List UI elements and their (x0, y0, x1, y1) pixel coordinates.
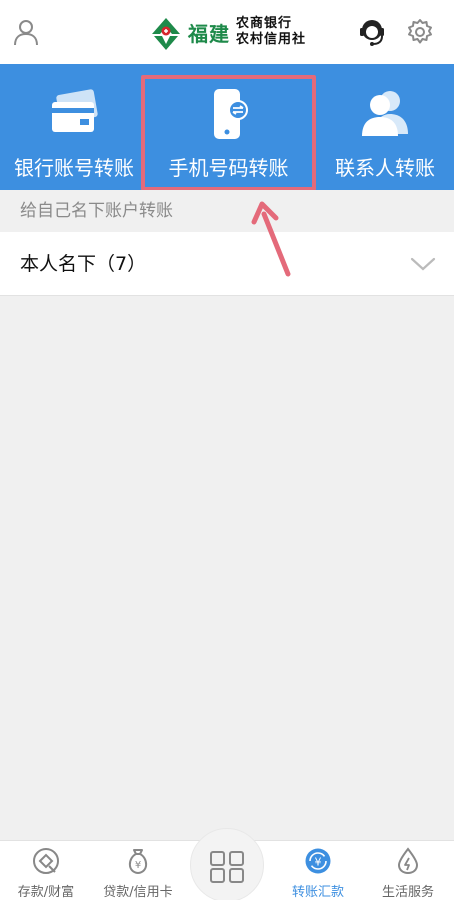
logo-main-text: 福建 (188, 21, 230, 46)
contact-transfer-button[interactable]: 联系人转账 (316, 64, 454, 190)
bank-account-transfer-label: 银行账号转账 (14, 156, 134, 180)
tab-transfer[interactable]: ¥ 转账汇款 (272, 841, 364, 900)
top-header: 福建 农商银行 农村信用社 (0, 0, 454, 64)
tab-deposit-wealth[interactable]: 存款/财富 (0, 841, 92, 900)
tab-life-label: 生活服务 (381, 885, 434, 900)
logo-mark-icon (152, 18, 180, 50)
phone-transfer-highlight-box (141, 75, 316, 191)
tab-loan-label: 贷款/信用卡 (103, 885, 173, 900)
tab-deposit-label: 存款/财富 (17, 885, 75, 900)
loan-icon: ¥ (128, 849, 148, 875)
bank-card-icon (52, 89, 98, 132)
own-accounts-row[interactable]: 本人名下（7） (0, 232, 454, 296)
grid-menu-icon (210, 851, 244, 883)
bank-account-transfer-button[interactable]: 银行账号转账 (0, 64, 148, 190)
user-icon[interactable] (12, 18, 40, 46)
center-menu-button[interactable] (190, 828, 264, 900)
svg-text:¥: ¥ (135, 860, 141, 871)
customer-service-icon[interactable] (356, 16, 388, 48)
contacts-icon (362, 91, 408, 136)
logo-line-2: 农村信用社 (236, 32, 307, 47)
tab-transfer-label: 转账汇款 (291, 885, 344, 900)
transfer-icon: ¥ (305, 848, 331, 874)
pointer-arrow-icon (251, 201, 291, 277)
own-accounts-section-title: 给自己名下账户转账 (0, 190, 454, 232)
life-service-icon (397, 847, 419, 875)
tab-loan-credit[interactable]: ¥ 贷款/信用卡 (92, 841, 184, 900)
tab-life-services[interactable]: 生活服务 (362, 841, 454, 900)
bank-logo: 福建 农商银行 农村信用社 (148, 12, 318, 52)
contact-transfer-label: 联系人转账 (335, 156, 435, 180)
own-accounts-label: 本人名下（7） (20, 253, 147, 275)
logo-line-1: 农商银行 (236, 16, 293, 31)
svg-text:¥: ¥ (315, 856, 322, 869)
gear-icon[interactable] (406, 18, 434, 46)
chevron-down-icon[interactable] (410, 252, 436, 276)
deposit-icon (33, 848, 59, 874)
